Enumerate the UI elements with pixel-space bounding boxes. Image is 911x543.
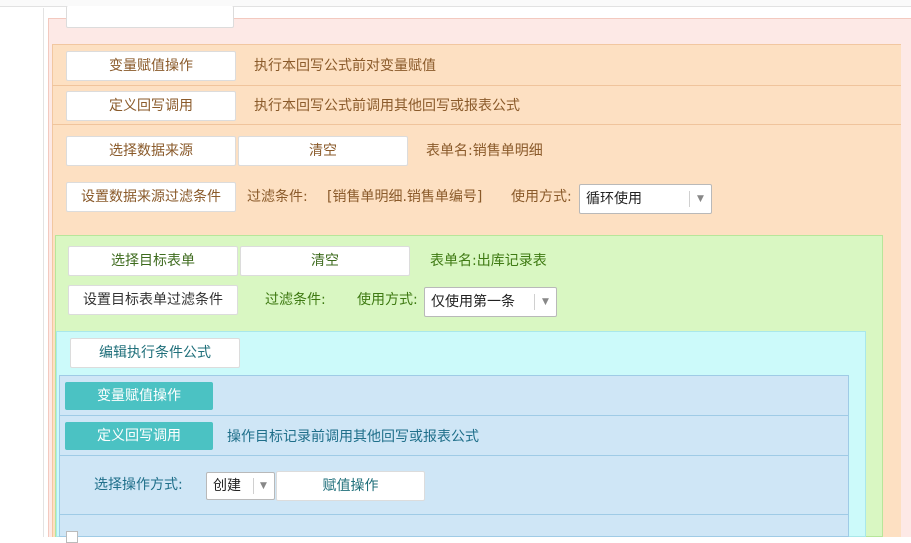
target-define-call-button[interactable]: 定义回写调用 [65,422,213,450]
filter-label: 过滤条件: [247,189,308,205]
target-filter-button[interactable]: 设置目标表单过滤条件 [68,285,238,315]
operation-select[interactable]: 创建 ▼ [206,472,275,500]
source-table-label: 表单名:销售单明细 [426,143,543,159]
var-assign-button[interactable]: 变量赋值操作 [66,51,236,81]
target-usage-select[interactable]: 仅使用第一条 ▼ [424,287,557,317]
select-separator [253,478,254,494]
edit-condition-button[interactable]: 编辑执行条件公式 [70,338,240,368]
operation-label: 选择操作方式: [94,477,183,493]
option-checkbox[interactable] [66,531,78,543]
chevron-down-icon: ▼ [697,194,704,204]
row-divider [60,514,849,515]
operation-select-value: 创建 [213,478,241,494]
clear-target-button[interactable]: 清空 [240,246,410,276]
define-call-desc: 执行本回写公式前调用其他回写或报表公式 [254,98,520,114]
select-target-button[interactable]: 选择目标表单 [68,246,238,276]
row-divider [52,124,901,125]
chevron-down-icon: ▼ [542,297,549,307]
row-divider [60,415,849,416]
clear-source-button[interactable]: 清空 [238,136,408,166]
row-divider [52,85,901,86]
target-filter-label: 过滤条件: [265,292,326,308]
select-source-button[interactable]: 选择数据来源 [66,136,236,166]
source-usage-value: 循环使用 [586,191,642,207]
target-usage-value: 仅使用第一条 [431,294,515,310]
chevron-down-icon: ▼ [260,481,267,491]
source-usage-select[interactable]: 循环使用 ▼ [579,184,712,214]
top-partial-button[interactable] [66,6,234,28]
define-call-button[interactable]: 定义回写调用 [66,91,236,121]
var-assign-desc: 执行本回写公式前对变量赋值 [254,58,436,74]
target-var-assign-button[interactable]: 变量赋值操作 [65,382,213,410]
left-sidebar [0,8,44,537]
select-separator [689,191,690,207]
target-table-label: 表单名:出库记录表 [430,253,547,269]
select-separator [534,294,535,310]
target-define-call-desc: 操作目标记录前调用其他回写或报表公式 [227,429,479,445]
source-filter-button[interactable]: 设置数据来源过滤条件 [66,182,236,212]
usage-label: 使用方式: [511,189,572,205]
filter-value: [销售单明细.销售单编号] [327,189,483,205]
row-divider [60,455,849,456]
assign-operation-button[interactable]: 赋值操作 [276,471,425,501]
target-usage-label: 使用方式: [357,292,418,308]
